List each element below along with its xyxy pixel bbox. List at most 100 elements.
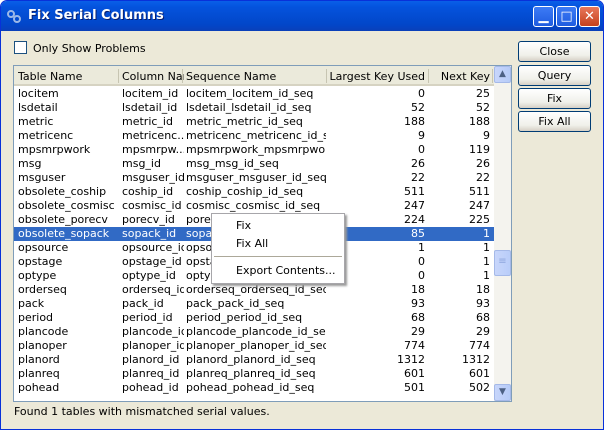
cell-column-name: coship_id: [122, 185, 174, 198]
query-button[interactable]: Query: [518, 65, 591, 86]
cell-table-name: lsdetail: [18, 101, 58, 114]
minimize-button[interactable]: ▁: [533, 6, 554, 27]
cell-sequence-name: planord_planord_id_seq: [186, 353, 316, 366]
cell-next-key: 1: [483, 255, 490, 268]
column-header-sequence-name[interactable]: Sequence Name: [186, 70, 326, 83]
fix-all-button[interactable]: Fix All: [518, 111, 591, 132]
only-show-problems-checkbox[interactable]: [14, 41, 27, 54]
cell-next-key: 9: [483, 129, 490, 142]
cell-largest-key: 0: [418, 143, 425, 156]
table-row[interactable]: plancode plancode_id plancode_plancode_id_…: [14, 325, 494, 339]
cell-largest-key: 774: [404, 339, 425, 352]
cell-table-name: msguser: [18, 171, 66, 184]
cell-column-name: planreq_id: [122, 367, 180, 380]
chevron-down-icon: ▼: [499, 387, 506, 397]
cell-next-key: 1: [483, 269, 490, 282]
table-row[interactable]: msguser msguser_id msguser_msguser_id_seq 2…: [14, 171, 494, 185]
cell-largest-key: 22: [411, 171, 425, 184]
cell-table-name: planreq: [18, 367, 60, 380]
cell-table-name: locitem: [18, 87, 59, 100]
cell-column-name: opsource_id: [122, 241, 184, 254]
menu-item-fix-all[interactable]: Fix All: [236, 237, 268, 250]
cell-sequence-name: period_period_id_seq: [186, 311, 303, 324]
cell-table-name: mpsmrpwork: [18, 143, 91, 156]
cell-table-name: period: [18, 311, 54, 324]
cell-table-name: pohead: [18, 381, 60, 394]
cell-sequence-name: metricenc_metricenc_id_seq: [186, 129, 326, 142]
scroll-up-button[interactable]: ▲: [494, 66, 511, 83]
vertical-scrollbar[interactable]: ▲ ≡ ▼: [494, 66, 511, 401]
table-row[interactable]: obsolete_cosmisc cosmisc_id cosmisc_cosmis…: [14, 199, 494, 213]
table-row[interactable]: planoper planoper_id planoper_planoper_id_…: [14, 339, 494, 353]
cell-column-name: mpsmrpw...: [122, 143, 184, 156]
table-row[interactable]: obsolete_coship coship_id coship_coship_id…: [14, 185, 494, 199]
cell-column-name: lsdetail_id: [122, 101, 178, 114]
cell-largest-key: 52: [411, 101, 425, 114]
cell-column-name: sopack_id: [122, 227, 177, 240]
title-bar: Fix Serial Columns ▁ □ ✕: [1, 1, 603, 31]
cell-sequence-name: pohead_pohead_id_seq: [186, 381, 315, 394]
minimize-icon: ▁: [538, 9, 549, 24]
cell-next-key: 225: [469, 213, 490, 226]
cell-next-key: 1312: [462, 353, 490, 366]
cell-next-key: 26: [476, 157, 490, 170]
menu-item-fix[interactable]: Fix: [236, 219, 251, 232]
table-row[interactable]: planreq planreq_id planreq_planreq_id_seq 6…: [14, 367, 494, 381]
cell-table-name: orderseq: [18, 283, 67, 296]
close-window-button[interactable]: ✕: [579, 6, 600, 27]
table-row[interactable]: metric metric_id metric_metric_id_seq 188 18…: [14, 115, 494, 129]
cell-column-name: optype_id: [122, 269, 176, 282]
cell-next-key: 119: [469, 143, 490, 156]
cell-column-name: period_id: [122, 311, 173, 324]
maximize-button[interactable]: □: [556, 6, 577, 27]
table-row[interactable]: pack pack_id pack_pack_id_seq 93 93: [14, 297, 494, 311]
maximize-icon: □: [560, 9, 573, 24]
cell-table-name: plancode: [18, 325, 69, 338]
cell-table-name: opsource: [18, 241, 69, 254]
cell-next-key: 52: [476, 101, 490, 114]
table-row[interactable]: pohead pohead_id pohead_pohead_id_seq 501 50…: [14, 381, 494, 395]
cell-column-name: opstage_id: [122, 255, 182, 268]
column-header-column-name[interactable]: Column Nam: [122, 70, 184, 83]
table-row[interactable]: locitem locitem_id locitem_locitem_id_seq 0…: [14, 87, 494, 101]
cell-table-name: metric: [18, 115, 54, 128]
table-row[interactable]: orderseq orderseq_id orderseq_orderseq_id_…: [14, 283, 494, 297]
table-header: Table Name Column Nam Sequence Name Larg…: [14, 66, 494, 86]
cell-column-name: pohead_id: [122, 381, 179, 394]
cell-column-name: plancode_id: [122, 325, 184, 338]
cell-next-key: 1: [483, 241, 490, 254]
cell-table-name: obsolete_coship: [18, 185, 107, 198]
column-header-table-name[interactable]: Table Name: [18, 70, 118, 83]
cell-next-key: 22: [476, 171, 490, 184]
cell-largest-key: 0: [418, 87, 425, 100]
menu-item-export-contents[interactable]: Export Contents...: [236, 264, 335, 277]
table-row[interactable]: planord planord_id planord_planord_id_seq 1…: [14, 353, 494, 367]
cell-sequence-name: coship_coship_id_seq: [186, 185, 304, 198]
column-header-next-key[interactable]: Next Key: [430, 70, 490, 83]
cell-table-name: obsolete_sopack: [18, 227, 110, 240]
table-row[interactable]: lsdetail lsdetail_id lsdetail_lsdetail_id_…: [14, 101, 494, 115]
table-row[interactable]: period period_id period_period_id_seq 68 68: [14, 311, 494, 325]
cell-largest-key: 9: [418, 129, 425, 142]
cell-sequence-name: planoper_planoper_id_seq: [186, 339, 326, 352]
cell-next-key: 188: [469, 115, 490, 128]
cell-next-key: 93: [476, 297, 490, 310]
cell-table-name: obsolete_cosmisc: [18, 199, 115, 212]
scroll-down-button[interactable]: ▼: [494, 384, 511, 401]
dialog-window: Fix Serial Columns ▁ □ ✕ Only Show Probl…: [0, 0, 604, 430]
close-button[interactable]: Close: [518, 41, 591, 62]
cell-sequence-name: plancode_plancode_id_seq: [186, 325, 326, 338]
cell-column-name: porecv_id: [122, 213, 175, 226]
cell-column-name: locitem_id: [122, 87, 179, 100]
cell-next-key: 511: [469, 185, 490, 198]
menu-separator: [214, 256, 342, 257]
table-row[interactable]: msg msg_id msg_msg_id_seq 26 26: [14, 157, 494, 171]
column-header-largest-key[interactable]: Largest Key Used: [328, 70, 425, 83]
cell-table-name: msg: [18, 157, 42, 170]
scroll-thumb[interactable]: ≡: [494, 250, 511, 276]
cell-table-name: pack: [18, 297, 45, 310]
table-row[interactable]: mpsmrpwork mpsmrpw...mpsmrpwork_mpsmrpwor…: [14, 143, 494, 157]
table-row[interactable]: metricenc metricenc... metricenc_metricenc…: [14, 129, 494, 143]
fix-button[interactable]: Fix: [518, 88, 591, 109]
cell-next-key: 68: [476, 311, 490, 324]
